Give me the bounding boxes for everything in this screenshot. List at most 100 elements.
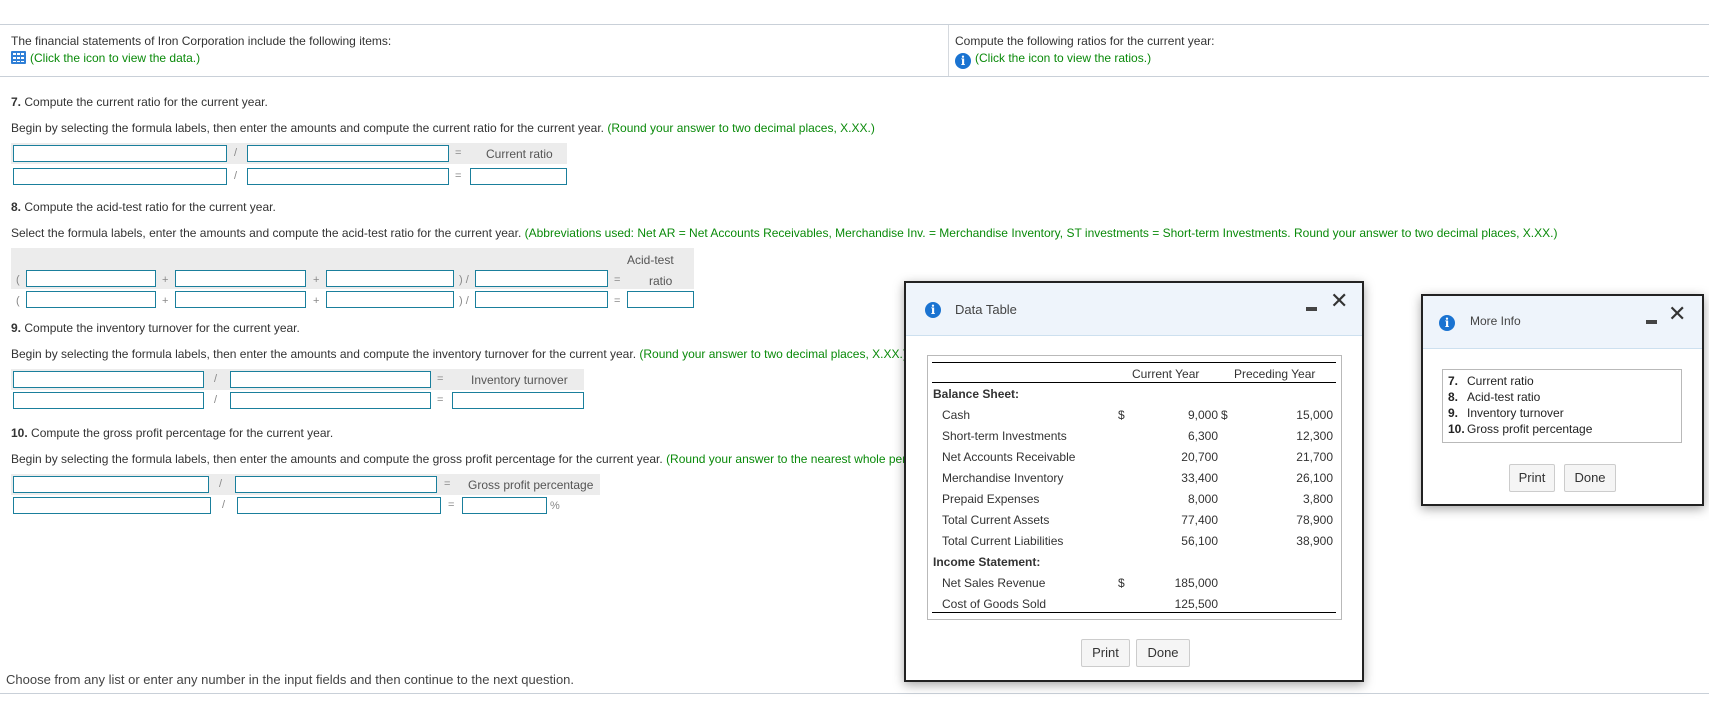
q10-number: 10. [11,426,28,440]
info-icon[interactable]: i [955,53,971,69]
q7-title: 7. Compute the current ratio for the cur… [11,95,268,109]
q8-title-text: Compute the acid-test ratio for the curr… [24,200,276,214]
header-separator [948,25,949,76]
row-label: Cost of Goods Sold [942,597,1047,611]
q7-numerator-label-select[interactable] [13,145,227,162]
row-label: Total Current Liabilities [942,534,1064,548]
close-icon[interactable]: ✕ [1668,304,1686,326]
more-info-modal-title: More Info [1470,314,1521,328]
q7-divide-sign-2: / [234,170,238,182]
q10-numerator-amount-input[interactable] [13,497,211,514]
column-header-current-year: Current Year [1132,367,1200,381]
q10-title: 10. Compute the gross profit percentage … [11,426,333,440]
q7-equals-sign: = [455,147,462,159]
current-year-currency-sign: $ [1118,408,1125,422]
q7-divide-sign: / [234,147,238,159]
q7-numerator-amount-input[interactable] [13,168,227,185]
minimize-icon[interactable] [1306,307,1317,311]
current-year-value: 77,400 [1181,513,1218,527]
preceding-year-value: 38,900 [1296,534,1333,548]
q8-label-select-3[interactable] [326,270,454,287]
q7-result-input[interactable] [470,168,567,185]
current-year-value: 33,400 [1181,471,1218,485]
q8-open-paren-2: ( [16,295,20,307]
q9-denominator-label-select[interactable] [230,371,431,388]
minimize-icon[interactable] [1646,320,1657,324]
q9-result-label: Inventory turnover [471,373,568,387]
q7-denominator-amount-input[interactable] [247,168,449,185]
more-info-print-button[interactable]: Print [1509,464,1555,492]
q10-divide-sign: / [219,478,223,490]
q8-close-divide-2: ) / [459,295,469,307]
more-info-modal-header[interactable]: i More Info ✕ [1423,296,1702,349]
q10-instruction: Begin by selecting the formula labels, t… [11,452,936,466]
data-table-modal-header[interactable]: i Data Table ✕ [906,283,1362,336]
q10-percent-sign: % [550,500,560,512]
q9-number: 9. [11,321,22,335]
current-year-value: 56,100 [1181,534,1218,548]
q8-instruction-text: Select the formula labels, enter the amo… [11,226,522,240]
q9-divide-sign-2: / [214,394,218,406]
current-year-value: 9,000 [1187,408,1218,422]
q8-plus-sign-2: + [313,274,320,286]
q10-result-input[interactable] [462,497,547,514]
preceding-year-value: 21,700 [1296,450,1333,464]
q7-instruction-text: Begin by selecting the formula labels, t… [11,121,605,135]
preceding-year-value: 26,100 [1296,471,1333,485]
more-info-done-button[interactable]: Done [1564,464,1616,492]
q8-amount-input-2[interactable] [175,291,306,308]
q9-instruction: Begin by selecting the formula labels, t… [11,347,907,361]
data-table-modal: i Data Table ✕ Current Year Preceding Ye… [904,281,1364,682]
q10-denominator-amount-input[interactable] [237,497,441,514]
q9-numerator-amount-input[interactable] [13,392,204,409]
q8-equals-sign-2: = [614,295,621,307]
q10-denominator-label-select[interactable] [235,476,437,493]
ratio-name: Inventory turnover [1467,406,1564,420]
ratio-name: Current ratio [1467,374,1534,388]
row-label: Net Accounts Receivable [942,450,1076,464]
close-icon[interactable]: ✕ [1330,291,1348,313]
q9-numerator-label-select[interactable] [13,371,204,388]
view-data-link-text[interactable]: (Click the icon to view the data.) [30,51,200,65]
q8-result-label-line1: Acid-test [627,253,674,267]
q7-title-text: Compute the current ratio for the curren… [24,95,268,109]
q10-numerator-label-select[interactable] [13,476,209,493]
q8-denominator-amount-input[interactable] [475,291,608,308]
q9-equals-sign-2: = [437,394,444,406]
view-data-link[interactable]: (Click the icon to view the data.) [11,51,200,65]
view-ratios-link[interactable]: i (Click the icon to view the ratios.) [955,51,1151,69]
q8-denominator-label-select[interactable] [475,270,608,287]
q10-title-text: Compute the gross profit percentage for … [31,426,334,440]
current-year-value: 6,300 [1187,429,1218,443]
data-table-done-button[interactable]: Done [1136,639,1190,667]
q7-instruction: Begin by selecting the formula labels, t… [11,121,875,135]
q8-label-select-1[interactable] [26,270,156,287]
q8-amount-input-1[interactable] [26,291,156,308]
current-year-value: 125,500 [1174,597,1218,611]
data-table-print-button[interactable]: Print [1081,639,1130,667]
q8-result-input[interactable] [627,291,694,308]
preceding-year-value: 78,900 [1296,513,1333,527]
more-info-modal: i More Info ✕ 7. Current ratio 8. Acid-test… [1421,294,1704,506]
table-bottom-rule [932,612,1336,613]
q8-label-select-2[interactable] [175,270,306,287]
q8-amount-input-3[interactable] [326,291,454,308]
q9-denominator-amount-input[interactable] [230,392,431,409]
q8-number: 8. [11,200,22,214]
section-heading-income-statement: Income Statement: [933,555,1041,569]
ratios-prompt: Compute the following ratios for the cur… [955,34,1215,48]
q7-equals-sign-2: = [455,170,462,182]
ratio-name: Acid-test ratio [1467,390,1541,404]
q8-equals-sign: = [614,274,621,286]
q10-divide-sign-2: / [222,499,226,511]
q9-result-input[interactable] [452,392,584,409]
q7-denominator-label-select[interactable] [247,145,449,162]
column-header-preceding-year: Preceding Year [1234,367,1316,381]
table-grid-icon[interactable] [11,51,26,64]
header-divider [0,76,1709,77]
current-year-value: 185,000 [1174,576,1218,590]
row-label: Prepaid Expenses [942,492,1040,506]
view-ratios-link-text[interactable]: (Click the icon to view the ratios.) [975,51,1151,65]
ratio-number: 9. [1448,406,1459,420]
preceding-year-value: 12,300 [1296,429,1333,443]
